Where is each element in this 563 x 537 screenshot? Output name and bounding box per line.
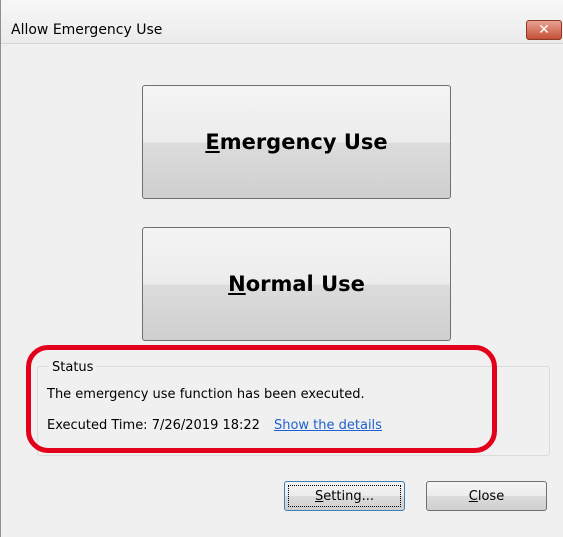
- title-bar: Allow Emergency Use ✕: [1, 0, 563, 44]
- close-label: lose: [477, 488, 505, 504]
- status-group: [37, 366, 550, 456]
- close-icon: ✕: [538, 22, 550, 38]
- emergency-use-accel: E: [205, 130, 220, 154]
- close-button[interactable]: Close: [426, 481, 547, 511]
- setting-accel: S: [315, 488, 324, 504]
- status-message: The emergency use function has been exec…: [47, 387, 365, 402]
- emergency-use-label: mergency Use: [219, 130, 388, 154]
- close-accel: C: [468, 488, 478, 504]
- setting-button[interactable]: Setting...: [284, 481, 405, 511]
- dialog-window: Allow Emergency Use ✕ Emergency Use Norm…: [0, 0, 563, 537]
- title-close-button[interactable]: ✕: [526, 20, 562, 40]
- emergency-use-button[interactable]: Emergency Use: [142, 85, 451, 199]
- normal-use-accel: N: [228, 272, 246, 296]
- executed-time-row: Executed Time: 7/26/2019 18:22 Show the d…: [47, 418, 382, 433]
- status-label: Status: [49, 360, 97, 375]
- window-title: Allow Emergency Use: [11, 22, 163, 38]
- normal-use-button[interactable]: Normal Use: [142, 227, 451, 341]
- executed-time: Executed Time: 7/26/2019 18:22: [47, 418, 260, 433]
- show-details-link[interactable]: Show the details: [274, 418, 382, 433]
- setting-label: etting...: [323, 488, 374, 504]
- normal-use-label: ormal Use: [245, 272, 365, 296]
